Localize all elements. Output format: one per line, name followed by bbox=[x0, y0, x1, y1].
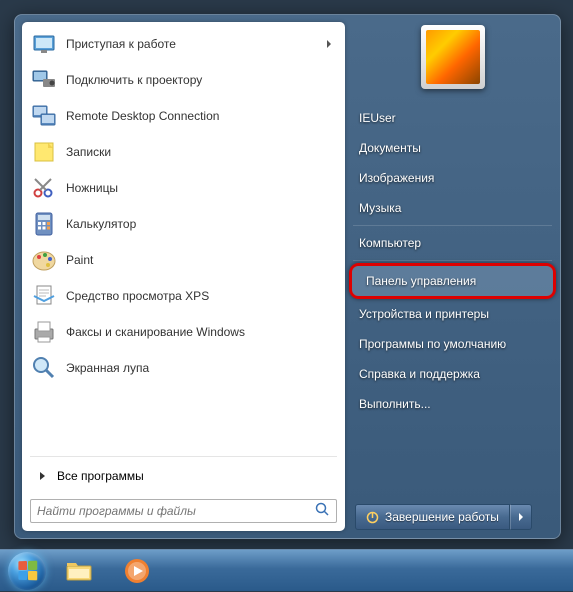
start-orb-icon bbox=[8, 552, 46, 590]
separator bbox=[30, 456, 337, 457]
start-menu: Приступая к работе Подключить к проектор… bbox=[14, 14, 561, 539]
highlight-annotation: Панель управления bbox=[349, 263, 556, 299]
program-label: Remote Desktop Connection bbox=[66, 109, 337, 123]
program-sticky-notes[interactable]: Записки bbox=[24, 134, 343, 170]
fax-scan-icon bbox=[30, 318, 58, 346]
right-item-help[interactable]: Справка и поддержка bbox=[345, 359, 560, 389]
projector-icon bbox=[30, 66, 58, 94]
right-item-documents[interactable]: Документы bbox=[345, 133, 560, 163]
program-label: Приступая к работе bbox=[66, 37, 327, 51]
search-input[interactable] bbox=[37, 504, 315, 518]
programs-list: Приступая к работе Подключить к проектор… bbox=[22, 22, 345, 454]
media-player-icon bbox=[123, 557, 151, 585]
folder-icon bbox=[64, 558, 94, 584]
magnifier-icon bbox=[30, 354, 58, 382]
separator bbox=[353, 260, 552, 261]
program-projector[interactable]: Подключить к проектору bbox=[24, 62, 343, 98]
shutdown-options-button[interactable] bbox=[510, 504, 532, 530]
search-icon bbox=[315, 502, 330, 520]
program-remote-desktop[interactable]: Remote Desktop Connection bbox=[24, 98, 343, 134]
program-xps-viewer[interactable]: Средство просмотра XPS bbox=[24, 278, 343, 314]
shutdown-button[interactable]: Завершение работы bbox=[355, 504, 510, 530]
arrow-right-icon bbox=[40, 472, 45, 480]
sticky-notes-icon bbox=[30, 138, 58, 166]
program-label: Факсы и сканирование Windows bbox=[66, 325, 337, 339]
right-item-control-panel[interactable]: Панель управления bbox=[352, 266, 553, 296]
palette-icon bbox=[30, 246, 58, 274]
getting-started-icon bbox=[30, 30, 58, 58]
program-calculator[interactable]: Калькулятор bbox=[24, 206, 343, 242]
program-label: Paint bbox=[66, 253, 337, 267]
remote-desktop-icon bbox=[30, 102, 58, 130]
right-item-default-programs[interactable]: Программы по умолчанию bbox=[345, 329, 560, 359]
right-item-user[interactable]: IEUser bbox=[345, 103, 560, 133]
program-label: Средство просмотра XPS bbox=[66, 289, 337, 303]
user-picture-frame[interactable] bbox=[421, 25, 485, 89]
taskbar bbox=[0, 549, 573, 591]
program-label: Калькулятор bbox=[66, 217, 337, 231]
arrow-right-icon bbox=[519, 513, 523, 521]
calculator-icon bbox=[30, 210, 58, 238]
shutdown-icon bbox=[366, 511, 379, 524]
right-item-music[interactable]: Музыка bbox=[345, 193, 560, 223]
shutdown-area: Завершение работы bbox=[345, 504, 560, 530]
taskbar-item-media-player[interactable] bbox=[110, 554, 164, 588]
submenu-arrow-icon bbox=[327, 40, 331, 48]
right-item-devices-printers[interactable]: Устройства и принтеры bbox=[345, 299, 560, 329]
program-snipping-tool[interactable]: Ножницы bbox=[24, 170, 343, 206]
all-programs-button[interactable]: Все программы bbox=[24, 461, 343, 491]
xps-viewer-icon bbox=[30, 282, 58, 310]
program-getting-started[interactable]: Приступая к работе bbox=[24, 26, 343, 62]
search-box[interactable] bbox=[30, 499, 337, 523]
program-label: Экранная лупа bbox=[66, 361, 337, 375]
program-paint[interactable]: Paint bbox=[24, 242, 343, 278]
right-panel: IEUser Документы Изображения Музыка Комп… bbox=[345, 15, 560, 538]
taskbar-item-explorer[interactable] bbox=[52, 554, 106, 588]
program-fax-scan[interactable]: Факсы и сканирование Windows bbox=[24, 314, 343, 350]
program-magnifier[interactable]: Экранная лупа bbox=[24, 350, 343, 386]
separator bbox=[353, 225, 552, 226]
start-button[interactable] bbox=[6, 550, 48, 592]
shutdown-label: Завершение работы bbox=[385, 510, 499, 524]
all-programs-label: Все программы bbox=[57, 469, 144, 483]
right-item-computer[interactable]: Компьютер bbox=[345, 228, 560, 258]
right-item-pictures[interactable]: Изображения bbox=[345, 163, 560, 193]
program-label: Ножницы bbox=[66, 181, 337, 195]
right-item-run[interactable]: Выполнить... bbox=[345, 389, 560, 419]
program-label: Подключить к проектору bbox=[66, 73, 337, 87]
program-label: Записки bbox=[66, 145, 337, 159]
programs-panel: Приступая к работе Подключить к проектор… bbox=[22, 22, 345, 531]
user-picture bbox=[426, 30, 480, 84]
scissors-icon bbox=[30, 174, 58, 202]
